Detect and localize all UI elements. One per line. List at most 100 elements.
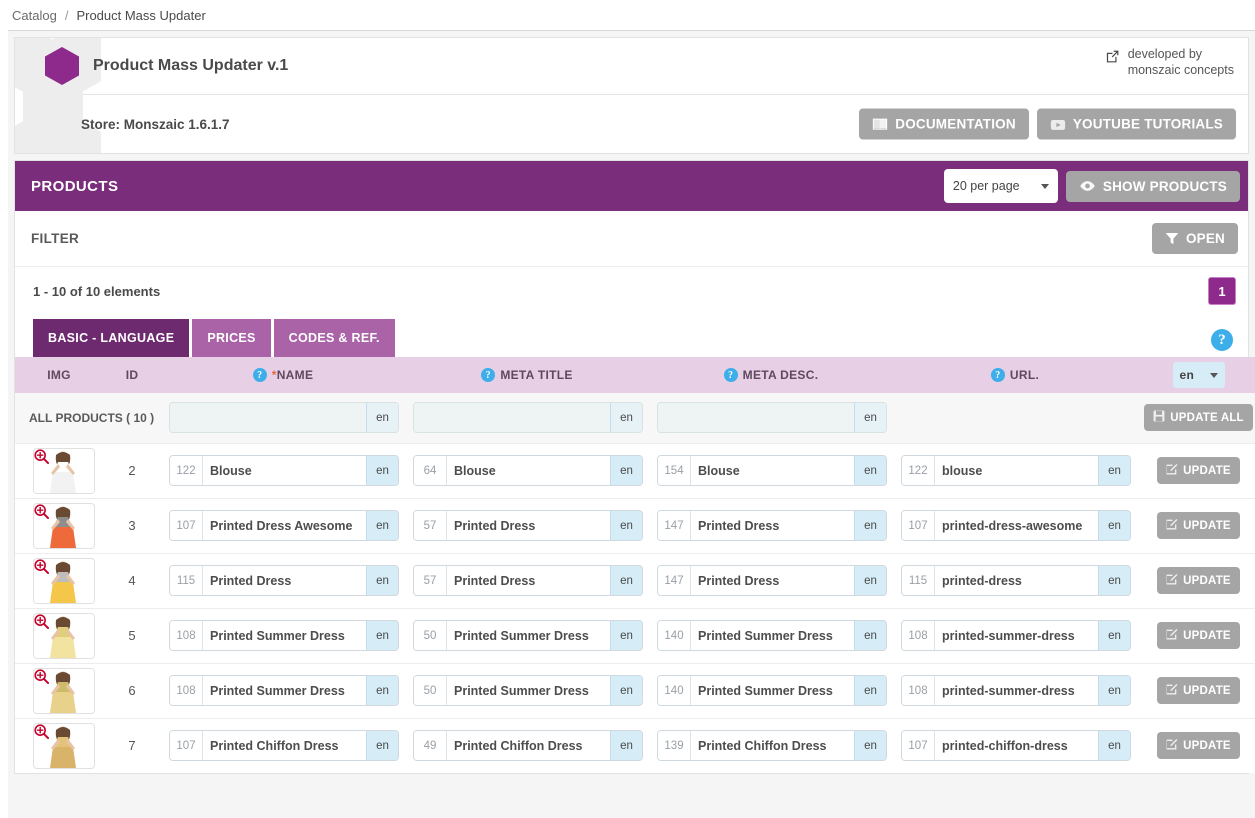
pencil-square-icon — [1166, 463, 1178, 478]
product-url-input[interactable] — [935, 621, 1098, 650]
update-row-button[interactable]: UPDATE — [1157, 457, 1240, 484]
breadcrumb-separator: / — [64, 7, 69, 23]
product-name-input[interactable] — [203, 566, 366, 595]
product-meta-title-input[interactable] — [447, 621, 610, 650]
documentation-button[interactable]: DOCUMENTATION — [859, 108, 1029, 140]
product-meta-desc-input[interactable] — [691, 566, 854, 595]
column-header-meta-desc-label: META DESC. — [742, 367, 819, 382]
product-name-char-count: 115 — [170, 566, 203, 595]
show-products-button[interactable]: SHOW PRODUCTS — [1065, 170, 1240, 202]
bulk-update-label-cell: ALL PRODUCTS ( 10 ) — [15, 393, 161, 443]
product-meta-title-input[interactable] — [447, 456, 610, 485]
row-meta-desc-cell: 140 en — [649, 663, 893, 718]
product-meta-title-char-count: 57 — [414, 566, 447, 595]
bulk-name-input[interactable] — [170, 403, 366, 433]
product-meta-desc-input[interactable] — [691, 676, 854, 705]
product-name-input[interactable] — [203, 731, 366, 761]
module-title: Product Mass Updater v.1 — [93, 57, 289, 74]
product-name-input[interactable] — [203, 676, 366, 705]
product-meta-desc-input[interactable] — [691, 456, 854, 485]
youtube-tutorials-button[interactable]: YOUTUBE TUTORIALS — [1036, 108, 1236, 140]
product-url-input[interactable] — [935, 566, 1098, 595]
row-thumbnail-cell — [15, 663, 103, 718]
bulk-meta-title-lang-suffix: en — [610, 403, 642, 433]
column-header-name: ? *NAME — [161, 357, 405, 393]
update-row-button[interactable]: UPDATE — [1157, 677, 1240, 704]
row-url-cell: 115 en — [893, 553, 1137, 608]
product-url-field-group: 107 en — [901, 510, 1131, 541]
product-meta-desc-input[interactable] — [691, 511, 854, 540]
row-name-cell: 107 en — [161, 498, 405, 553]
update-row-button[interactable]: UPDATE — [1157, 732, 1240, 760]
product-url-char-count: 108 — [902, 676, 935, 705]
funnel-icon — [1165, 232, 1179, 245]
row-meta-desc-cell: 147 en — [649, 553, 893, 608]
row-meta-title-cell: 50 en — [405, 608, 649, 663]
product-meta-title-input[interactable] — [447, 511, 610, 540]
product-url-input[interactable] — [935, 676, 1098, 705]
product-meta-title-input[interactable] — [447, 731, 610, 761]
store-version-label: Store: Monszaic 1.6.1.7 — [81, 116, 230, 132]
developer-credit[interactable]: developed by monszaic concepts — [1105, 47, 1234, 78]
product-meta-desc-input[interactable] — [691, 621, 854, 650]
help-tooltip-icon-meta-title[interactable]: ? — [481, 368, 496, 383]
row-url-cell: 107 en — [893, 498, 1137, 553]
product-meta-desc-lang-suffix: en — [854, 456, 886, 485]
floppy-disk-icon — [1153, 410, 1165, 425]
column-header-url-label: URL. — [1009, 367, 1040, 382]
product-url-input[interactable] — [935, 456, 1098, 485]
help-tooltip-icon-meta-desc[interactable]: ? — [723, 368, 738, 383]
help-tooltip-icon-url[interactable]: ? — [990, 368, 1005, 383]
breadcrumb-root[interactable]: Catalog — [12, 8, 57, 23]
update-row-button-label: UPDATE — [1183, 464, 1231, 477]
product-thumbnail[interactable] — [33, 667, 95, 714]
product-meta-title-input[interactable] — [447, 676, 610, 705]
tab-codes-ref[interactable]: CODES & REF. — [273, 319, 395, 357]
product-url-lang-suffix: en — [1098, 566, 1130, 595]
update-row-button[interactable]: UPDATE — [1157, 622, 1240, 649]
product-url-lang-suffix: en — [1098, 676, 1130, 705]
product-meta-title-input[interactable] — [447, 566, 610, 595]
bulk-meta-title-field-group: en — [413, 402, 643, 434]
per-page-select[interactable]: 20 per page — [943, 169, 1058, 203]
pagination-page-1[interactable]: 1 — [1208, 277, 1236, 305]
product-url-field-group: 108 en — [901, 675, 1131, 706]
language-select[interactable]: en — [1172, 362, 1225, 388]
product-url-input[interactable] — [935, 511, 1098, 540]
tab-basic-language-label: BASIC - LANGUAGE — [48, 331, 175, 345]
product-meta-desc-char-count: 140 — [658, 621, 691, 650]
update-row-button[interactable]: UPDATE — [1157, 512, 1240, 539]
bulk-meta-desc-input[interactable] — [658, 403, 854, 433]
product-thumbnail[interactable] — [33, 557, 95, 604]
product-thumbnail[interactable] — [33, 502, 95, 549]
product-url-char-count: 115 — [902, 566, 935, 595]
developer-credit-line1: developed by — [1127, 47, 1203, 61]
update-all-button[interactable]: UPDATE ALL — [1144, 404, 1253, 432]
product-thumbnail[interactable] — [33, 722, 95, 769]
update-row-button[interactable]: UPDATE — [1157, 567, 1240, 594]
help-tooltip-icon-name[interactable]: ? — [252, 368, 267, 383]
tab-basic-language[interactable]: BASIC - LANGUAGE — [33, 319, 190, 357]
product-thumbnail[interactable] — [33, 447, 95, 494]
tab-prices[interactable]: PRICES — [192, 319, 271, 357]
product-thumbnail[interactable] — [33, 612, 95, 659]
product-name-input[interactable] — [203, 511, 366, 540]
product-name-char-count: 108 — [170, 621, 203, 650]
product-meta-title-lang-suffix: en — [610, 456, 642, 485]
product-url-char-count: 107 — [902, 731, 935, 761]
row-action-cell: UPDATE — [1137, 718, 1255, 773]
row-meta-desc-cell: 147 en — [649, 498, 893, 553]
row-thumbnail-cell — [15, 553, 103, 608]
product-name-input[interactable] — [203, 456, 366, 485]
bulk-meta-desc-lang-suffix: en — [854, 403, 886, 433]
help-icon[interactable]: ? — [1211, 329, 1233, 351]
bulk-url-cell — [893, 393, 1137, 443]
product-name-input[interactable] — [203, 621, 366, 650]
filter-open-button[interactable]: OPEN — [1151, 223, 1238, 254]
product-url-input[interactable] — [935, 731, 1098, 761]
products-panel-title: PRODUCTS — [31, 177, 119, 195]
product-meta-desc-input[interactable] — [691, 731, 854, 761]
bulk-meta-title-input[interactable] — [414, 403, 610, 433]
product-name-lang-suffix: en — [366, 731, 398, 761]
product-meta-desc-lang-suffix: en — [854, 621, 886, 650]
